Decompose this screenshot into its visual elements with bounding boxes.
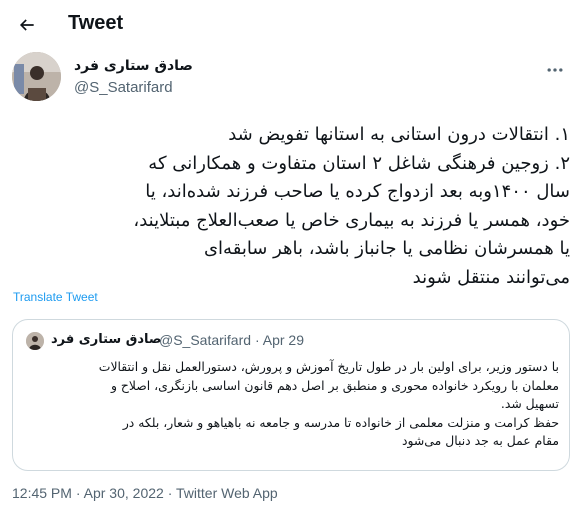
tweet-line: یا همسرشان نظامی یا جانباز باشد، باهر سا… xyxy=(203,238,570,259)
avatar-image xyxy=(12,52,61,101)
more-button[interactable] xyxy=(540,58,570,82)
tweet-header: Tweet xyxy=(0,0,582,52)
quote-author-handle: @S_Satarifard xyxy=(159,332,252,348)
translate-tweet-link[interactable]: Translate Tweet xyxy=(13,290,98,304)
quote-author-name: صادق ستاری فرد xyxy=(51,332,162,347)
page-title: Tweet xyxy=(68,12,124,34)
quote-avatar xyxy=(26,332,44,350)
footer-separator: · xyxy=(167,485,173,501)
arrow-left-icon xyxy=(19,19,34,31)
tweet-date[interactable]: Apr 30, 2022 xyxy=(84,485,164,501)
author-handle[interactable]: @S_Satarifard xyxy=(74,79,173,96)
quote-line: معلمان با رویکرد خانواده محوری و منطبق ب… xyxy=(110,377,559,393)
tweet-text: ۱. انتقالات درون استانی به استانها تفویض… xyxy=(12,121,570,292)
tweet-line: ۲. زوجین فرهنگی شاغل ۲ استان متفاوت و هم… xyxy=(148,152,570,174)
quote-line: تسهیل شد. xyxy=(500,396,559,412)
back-button[interactable] xyxy=(10,8,44,42)
tweet-line: سال ۱۴۰۰وبه بعد ازدواج کرده یا صاحب فرزن… xyxy=(145,181,570,202)
footer-separator: · xyxy=(75,485,81,501)
tweet-line: می‌توانند منتقل شوند xyxy=(412,266,570,288)
tweet-source: Twitter Web App xyxy=(176,485,278,501)
tweet-line: ۱. انتقالات درون استانی به استانها تفویض… xyxy=(228,124,570,145)
tweet-time[interactable]: 12:45 PM xyxy=(12,485,72,501)
more-horizontal-icon xyxy=(547,68,563,72)
quote-text: با دستور وزیر، برای اولین بار در طول تار… xyxy=(25,358,559,451)
quoted-tweet[interactable]: صادق ستاری فرد @S_Satarifard · Apr 29 با… xyxy=(12,319,570,471)
quote-date: Apr 29 xyxy=(262,332,304,348)
quote-separator: · xyxy=(254,332,260,348)
quote-line: حفظ کرامت و منزلت معلمی از خانواده تا مد… xyxy=(122,414,559,430)
tweet-footer: 12:45 PM · Apr 30, 2022 · Twitter Web Ap… xyxy=(12,485,278,501)
tweet-line: خود، همسر یا فرزند به بیماری خاص یا صعب‌… xyxy=(133,209,570,231)
quote-line: با دستور وزیر، برای اولین بار در طول تار… xyxy=(98,359,559,374)
quote-line: مقام عمل به جد دنبال می‌شود xyxy=(402,433,559,449)
quote-avatar-image xyxy=(26,332,44,350)
author-name[interactable]: صادق ستاری فرد xyxy=(74,58,193,74)
avatar[interactable] xyxy=(12,52,61,101)
quote-meta: @S_Satarifard · Apr 29 xyxy=(159,332,304,348)
